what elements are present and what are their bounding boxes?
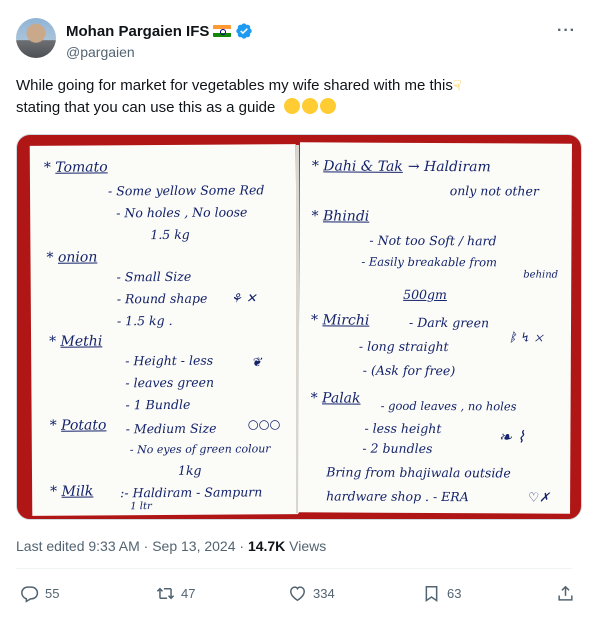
like-count: 334: [313, 586, 335, 601]
bookmark-button[interactable]: 63: [422, 584, 461, 603]
repost-count: 47: [181, 586, 196, 601]
tweet-text: While going for market for vegetables my…: [16, 75, 572, 119]
onion-sketch-icon: ⚘ ✕: [230, 290, 257, 306]
india-flag-icon: [213, 25, 232, 37]
views-label: Views: [285, 538, 327, 554]
smiling-face-icon: [319, 98, 336, 114]
note-right-page: * Dahi & Tak → Haldiram only not other *…: [298, 142, 572, 514]
repost-icon: [156, 587, 175, 600]
note-methi-line: - 1 Bundle: [125, 396, 191, 413]
signature-icon: ♡✗: [528, 489, 550, 505]
avatar[interactable]: [16, 18, 56, 58]
note-footer-line: hardware shop . - ERA: [326, 488, 469, 505]
reply-button[interactable]: 55: [20, 584, 59, 603]
note-potato-line: 1kg: [177, 462, 202, 478]
views-count: 14.7K: [247, 538, 286, 554]
note-methi-title: * Methi: [49, 333, 103, 350]
tweet-line-1: While going for market for vegetables my…: [16, 75, 572, 97]
note-milk-line: 1 ltr: [130, 501, 152, 513]
tweet-meta: Last edited 9:33 AM · Sep 13, 2024 · 14.…: [16, 538, 326, 554]
like-icon: [290, 586, 305, 602]
note-milk-line: :- Haldiram - Sampurn: [120, 484, 263, 501]
note-mirchi-line: - long straight: [358, 338, 449, 355]
note-dahi-line: only not other: [449, 183, 539, 199]
note-tomato-title-text: Tomato: [55, 159, 108, 176]
note-milk-title-text: Milk: [61, 483, 94, 500]
methi-sketch-icon: ❦: [251, 354, 262, 370]
note-tomato-line: 1.5 kg: [150, 226, 190, 243]
note-mirchi-line: - (Ask for free): [362, 362, 456, 379]
tweet-header: Mohan Pargaien IFS @pargaien ···: [16, 14, 576, 64]
note-potato-line: - No eyes of green colour: [129, 442, 271, 457]
note-dahi-line: → Haldiram: [407, 158, 491, 176]
note-onion-line: - 1.5 kg .: [116, 312, 173, 329]
action-bar: 55 47 334 63: [16, 584, 576, 614]
note-onion-title: * onion: [46, 249, 98, 266]
bookmark-count: 63: [447, 586, 462, 601]
note-bhindi-title: * Bhindi: [311, 208, 370, 225]
note-bhindi-line: behind: [523, 269, 559, 281]
tweet-line-2-text: stating that you can use this as a guide: [16, 99, 276, 116]
note-left-page: * Tomato - Some yellow Some Red - No hol…: [29, 144, 299, 516]
edited-timestamp[interactable]: Last edited 9:33 AM · Sep 13, 2024 ·: [16, 538, 248, 554]
note-methi-line: - leaves green: [125, 374, 215, 391]
note-dahi-title: * Dahi & Tak: [311, 158, 403, 175]
note-bhindi-title-text: Bhindi: [322, 208, 370, 225]
more-icon[interactable]: ···: [557, 22, 576, 40]
tweet-photo[interactable]: * Tomato - Some yellow Some Red - No hol…: [16, 134, 582, 520]
like-button[interactable]: 334: [288, 584, 335, 603]
note-bhindi-line: - Easily breakable from: [361, 254, 498, 270]
note-milk-title: * Milk: [50, 483, 94, 500]
share-button[interactable]: [556, 584, 575, 603]
thinking-face-icon: [301, 98, 318, 114]
thinking-face-icon: [283, 98, 300, 114]
author-name-row[interactable]: Mohan Pargaien IFS: [66, 22, 253, 40]
note-potato-line: - Medium Size: [125, 420, 217, 437]
note-mirchi-line: - Dark green: [408, 314, 490, 331]
reply-count: 55: [45, 586, 60, 601]
chilli-sketch-icon: ᛔ ↯ ✕: [508, 329, 543, 345]
note-palak-title: * Palak: [310, 390, 361, 407]
note-mirchi-title: * Mirchi: [310, 312, 370, 329]
note-bhindi-line: 500gm: [403, 286, 447, 303]
note-onion-line: - Round shape: [116, 290, 208, 307]
note-tomato-line: - No holes , No loose: [116, 204, 248, 221]
bookmark-icon: [425, 586, 438, 603]
leaf-sketch-icon: ❧ ⌇: [498, 427, 525, 447]
note-palak-line: - less height: [364, 420, 442, 437]
author-name[interactable]: Mohan Pargaien IFS: [66, 23, 209, 40]
reply-icon: [21, 586, 39, 603]
note-onion-line: - Small Size: [116, 268, 192, 285]
share-icon: [558, 585, 573, 601]
potato-sketch-icon: ○○○: [247, 416, 281, 432]
note-potato-title-text: Potato: [61, 417, 107, 434]
divider: [16, 568, 572, 569]
repost-button[interactable]: 47: [156, 584, 195, 603]
note-dahi-title-text: Dahi & Tak: [323, 158, 403, 175]
note-onion-title-text: onion: [57, 249, 98, 266]
tweet-line-2: stating that you can use this as a guide: [16, 97, 572, 119]
note-methi-line: - Height - less: [125, 352, 214, 369]
note-palak-line: - 2 bundles: [362, 440, 433, 456]
note-tomato-title: * Tomato: [43, 159, 108, 176]
note-tomato-line: - Some yellow Some Red: [107, 182, 265, 199]
note-footer-line: Bring from bhajiwala outside: [326, 464, 511, 481]
note-potato-title: * Potato: [49, 417, 107, 434]
note-mirchi-title-text: Mirchi: [322, 312, 370, 329]
note-methi-title-text: Methi: [60, 333, 103, 350]
note-palak-line: - good leaves , no holes: [380, 398, 517, 414]
author-handle[interactable]: @pargaien: [66, 44, 135, 60]
verified-icon: [236, 23, 253, 39]
tweet-line-1-text: While going for market for vegetables my…: [16, 77, 453, 94]
pointing-down-icon: ☟: [452, 77, 462, 93]
note-palak-title-text: Palak: [322, 390, 361, 407]
note-bhindi-line: - Not too Soft / hard: [369, 232, 497, 249]
